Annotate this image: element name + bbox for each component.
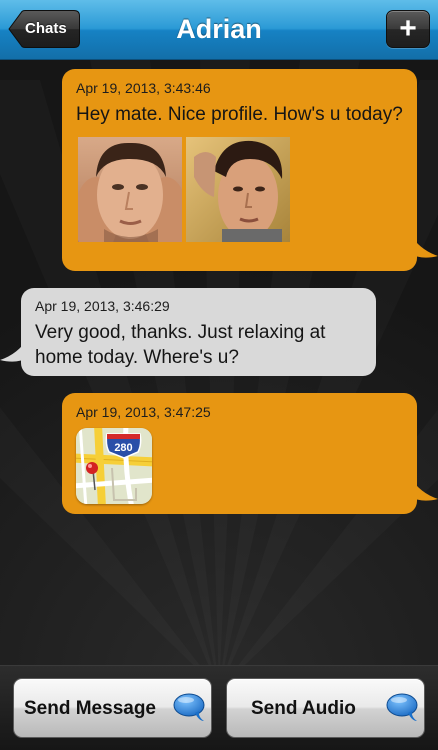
send-audio-button[interactable]: Send Audio	[226, 678, 425, 738]
message-bubble-outgoing[interactable]: Apr 19, 2013, 3:47:25 280	[62, 393, 417, 514]
plus-icon: +	[399, 12, 417, 45]
message-text: Very good, thanks. Just relaxing at home…	[35, 322, 326, 368]
navigation-bar: Chats Adrian +	[0, 0, 438, 60]
message-bubble-outgoing[interactable]: Apr 19, 2013, 3:43:46 Hey mate. Nice pro…	[62, 69, 417, 271]
message-timestamp: Apr 19, 2013, 3:43:46	[76, 80, 211, 96]
message-timestamp: Apr 19, 2013, 3:46:29	[35, 298, 170, 314]
send-message-label: Send Message	[24, 698, 156, 719]
add-button[interactable]: +	[386, 10, 430, 48]
send-audio-label: Send Audio	[251, 698, 356, 719]
message-timestamp: Apr 19, 2013, 3:47:25	[76, 404, 211, 420]
speech-bubble-icon	[386, 693, 418, 721]
route-shield-label: 280	[114, 442, 132, 454]
page-title: Adrian	[176, 14, 262, 44]
send-message-button[interactable]: Send Message	[13, 678, 212, 738]
message-bubble-incoming[interactable]: Apr 19, 2013, 3:46:29 Very good, thanks.…	[21, 288, 376, 376]
bubble-tail-outgoing	[410, 477, 438, 501]
chat-screen: Chats Adrian + Apr 19, 2013, 3:43:46 Hey…	[0, 0, 438, 750]
profile-photo-2[interactable]	[186, 137, 290, 242]
message-text: Hey mate. Nice profile. How's u today?	[76, 104, 403, 125]
bottom-toolbar: Send Message Send Audio	[0, 665, 438, 750]
speech-bubble-icon	[173, 693, 205, 721]
map-location-attachment[interactable]: 280	[76, 428, 152, 504]
photo-attachments	[76, 137, 403, 242]
bubble-tail-incoming	[0, 338, 28, 362]
profile-photo-1[interactable]	[78, 137, 182, 242]
bubble-tail-outgoing	[410, 234, 438, 258]
